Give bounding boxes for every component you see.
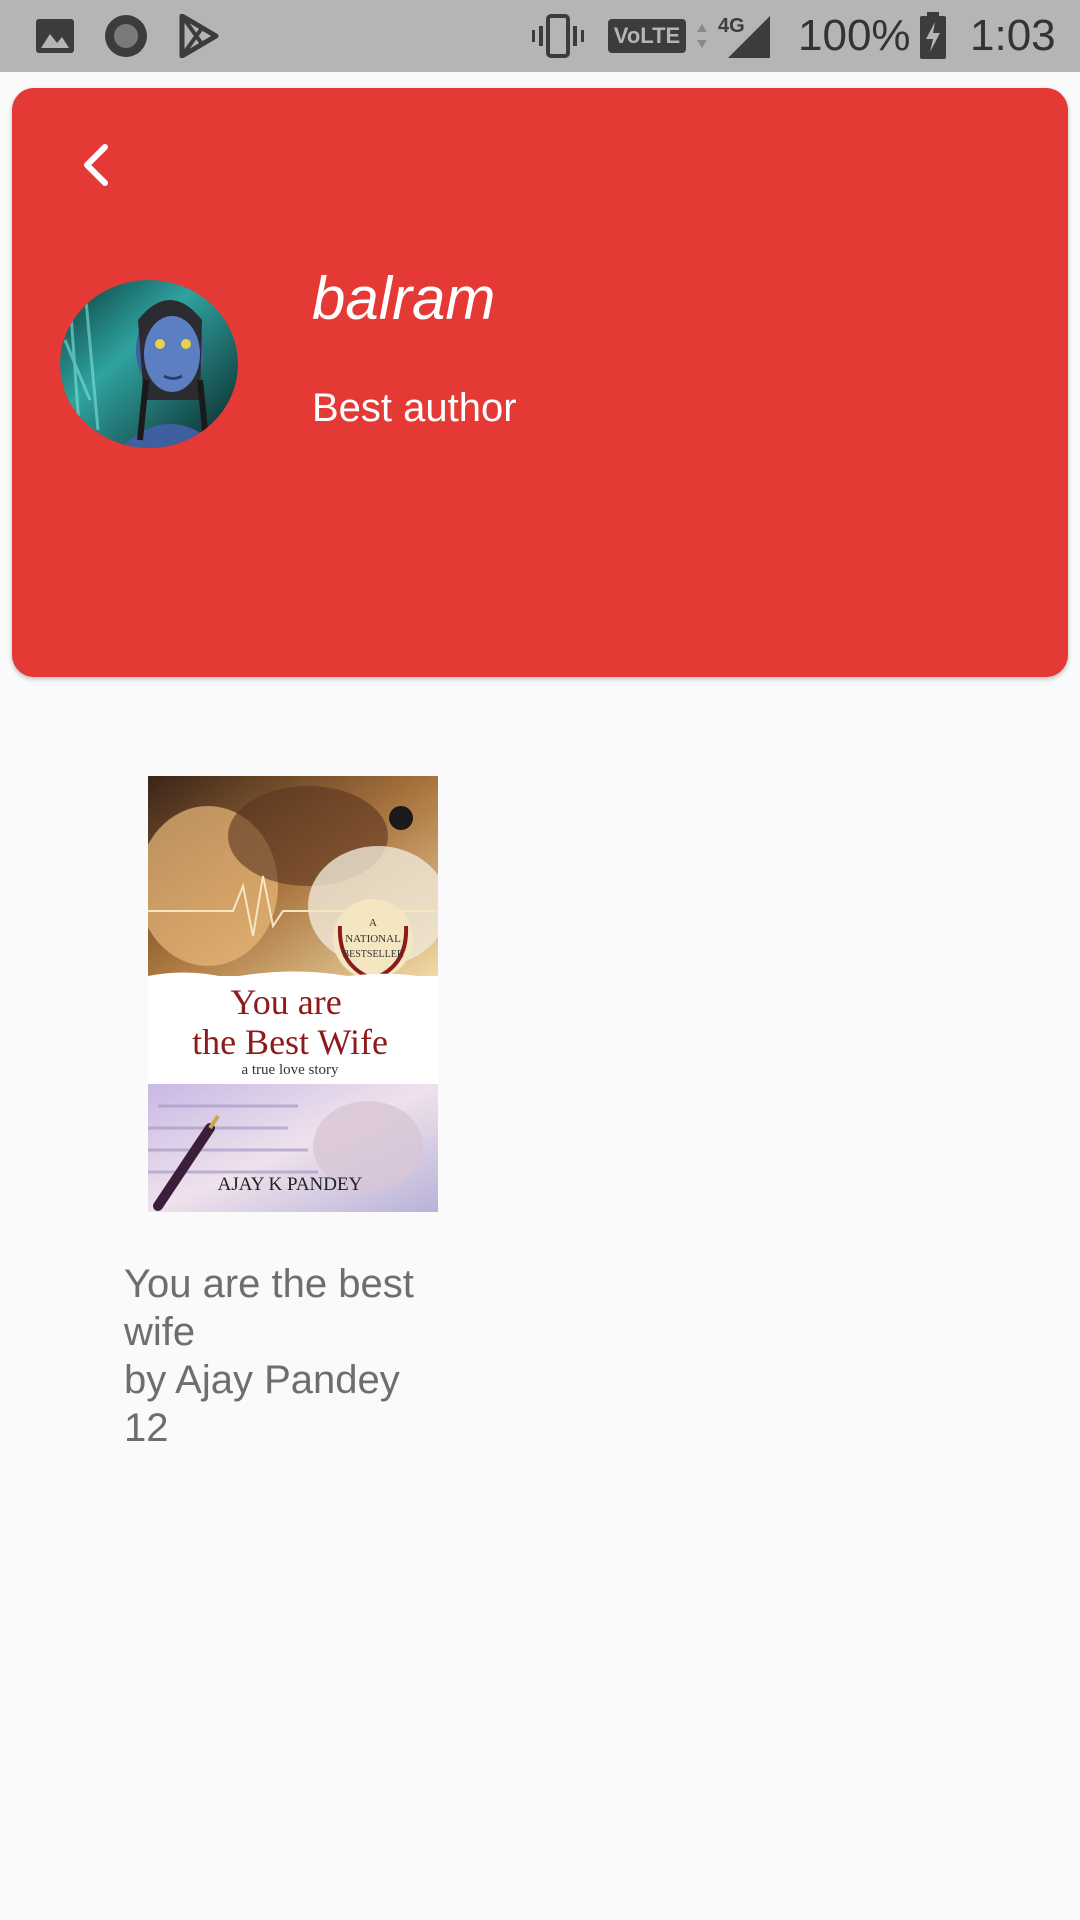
- gallery-icon: [30, 0, 80, 72]
- volte-icon: VoLTE: [607, 0, 687, 72]
- status-bar: VoLTE 4G 100% 1:03: [0, 0, 1080, 72]
- clock: 1:03: [970, 11, 1056, 60]
- author-avatar: [60, 280, 238, 448]
- book-info: You are the best wife by Ajay Pandey 12: [124, 1260, 464, 1452]
- record-icon: [100, 0, 152, 72]
- volte-badge: VoLTE: [607, 19, 687, 53]
- cover-title-line1: You are: [230, 982, 341, 1022]
- chevron-left-icon: [84, 144, 108, 186]
- author-name: balram: [312, 265, 496, 332]
- cover-badge-line1: A: [369, 917, 377, 929]
- cover-author: AJAY K PANDEY: [218, 1174, 363, 1195]
- network-type-label: 4G: [718, 15, 745, 37]
- vibrate-icon: [528, 0, 588, 72]
- cover-badge-line2: NATIONAL: [345, 933, 401, 945]
- cover-title-line2: the Best Wife: [192, 1022, 388, 1062]
- battery-percent: 100%: [798, 11, 911, 60]
- book-title-line1: You are the best: [124, 1262, 414, 1306]
- play-store-icon: [172, 0, 224, 72]
- book-count: 12: [124, 1406, 169, 1450]
- battery-charging-icon: [918, 0, 948, 72]
- book-byline: by Ajay Pandey: [124, 1358, 400, 1402]
- cover-subtitle: a true love story: [241, 1062, 339, 1078]
- back-button[interactable]: [62, 132, 128, 198]
- book-cover-image[interactable]: A NATIONAL BESTSELLER You are the Best W…: [148, 776, 438, 1212]
- data-arrows-icon: [692, 0, 712, 72]
- book-title-line2: wife: [124, 1310, 196, 1354]
- signal-icon: 4G: [716, 0, 772, 72]
- cover-badge-line3: BESTSELLER: [342, 949, 403, 960]
- author-header-card: balram Best author: [12, 88, 1068, 677]
- author-tagline: Best author: [312, 386, 517, 430]
